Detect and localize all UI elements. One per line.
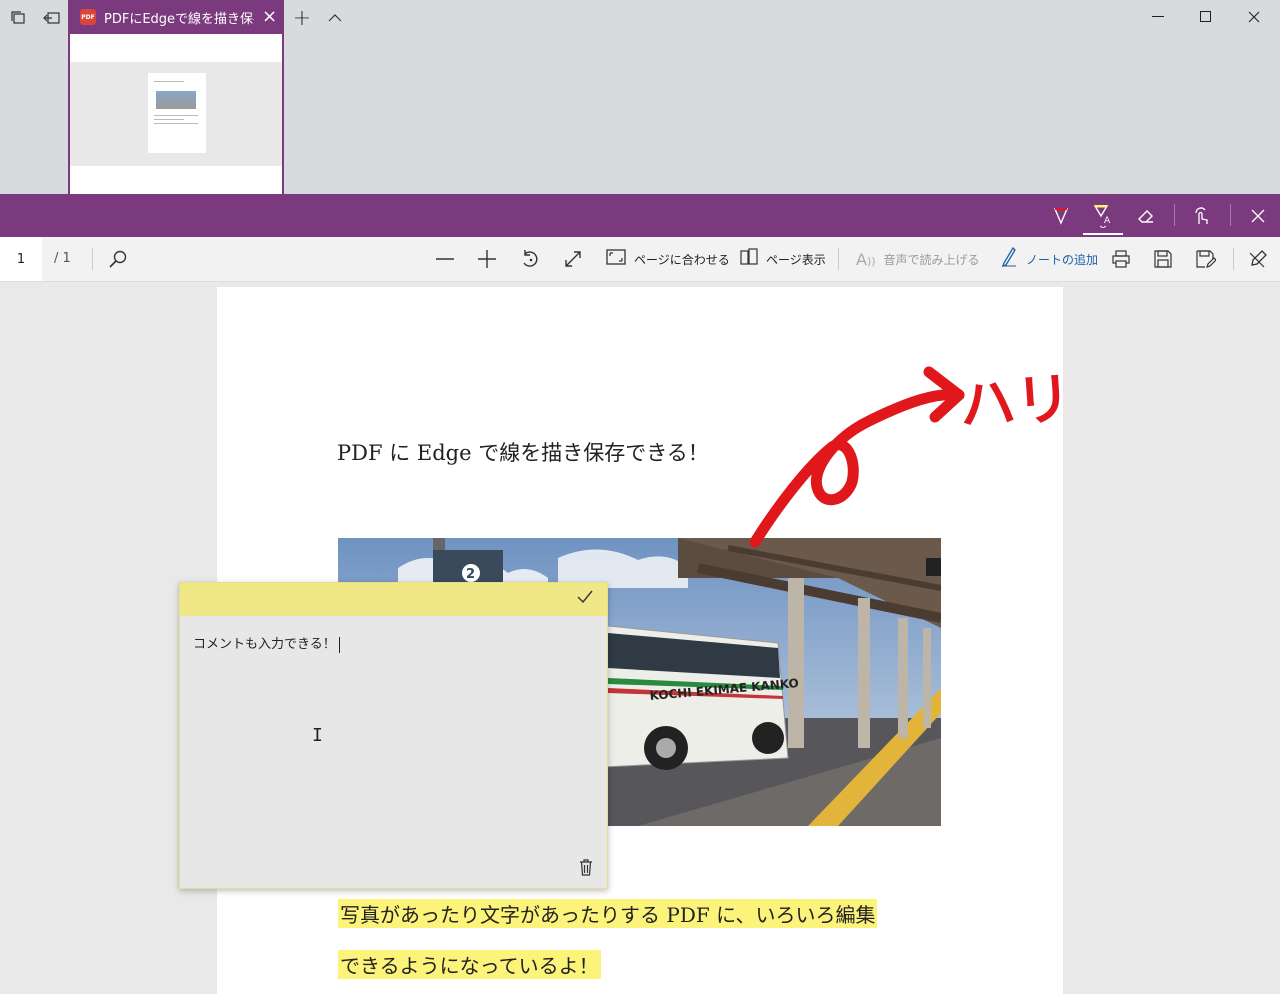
page-view-icon <box>740 247 758 271</box>
red-arrow-stroke <box>749 388 965 548</box>
exit-ink-close-icon[interactable] <box>1244 202 1272 230</box>
minimize-button[interactable] <box>1138 4 1178 30</box>
minus-icon <box>436 258 454 260</box>
thumbnail-page <box>148 73 206 153</box>
tab-title: PDFにEdgeで線を描き保存 <box>104 11 254 27</box>
ballpoint-pen-icon[interactable] <box>1047 202 1075 230</box>
read-aloud-label: 音声で読み上げる <box>883 252 980 267</box>
title-bar: PDF PDFにEdgeで線を描き保存 × + <box>0 0 1280 194</box>
page-view-button[interactable]: ページ表示 <box>740 245 826 273</box>
pen-note-icon <box>1000 246 1018 272</box>
eraser-icon[interactable] <box>1132 202 1160 230</box>
tab-close-icon[interactable]: × <box>262 8 277 26</box>
print-button[interactable] <box>1111 245 1131 273</box>
plus-icon <box>478 250 496 268</box>
rotate-icon <box>523 250 538 267</box>
highlighted-paragraph-line-2: できるようになっているよ！ <box>338 950 601 979</box>
highlighter-icon[interactable]: A <box>1089 202 1117 230</box>
rotate-button[interactable] <box>520 245 542 273</box>
ink-toolbar-divider <box>1230 204 1231 226</box>
toolbar-divider <box>92 248 93 270</box>
highlighted-paragraph-line-1: 写真があったり文字があったりする PDF に、いろいろ編集 <box>338 899 878 928</box>
note-header <box>180 583 607 616</box>
note-text: コメントも入力できる！ <box>193 637 336 652</box>
active-tab[interactable]: PDF PDFにEdgeで線を描き保存 × <box>68 0 284 194</box>
add-note-label: ノートの追加 <box>1026 252 1099 267</box>
maximize-button[interactable] <box>1186 4 1226 30</box>
search-button[interactable] <box>108 245 128 273</box>
tab-preview-thumbnail[interactable] <box>70 62 282 166</box>
save-as-icon <box>1196 250 1216 268</box>
touch-writing-icon[interactable] <box>1188 202 1216 230</box>
save-as-button[interactable] <box>1196 245 1216 273</box>
expand-icon <box>565 251 581 267</box>
delete-trash-icon[interactable] <box>579 859 593 880</box>
fit-page-icon <box>606 248 626 270</box>
page-number-input[interactable]: 1 <box>0 237 42 281</box>
fit-page-button[interactable]: ページに合わせる <box>606 245 730 273</box>
read-aloud-button[interactable]: A)) 音声で読み上げる <box>856 245 980 273</box>
toolbar-divider <box>838 248 839 270</box>
add-note-button[interactable]: ノートの追加 <box>1000 245 1098 273</box>
set-aside-tabs-icon[interactable] <box>6 6 30 30</box>
pdf-toolbar: 1 / 1 ページに合わせる ページ表示 A)) 音声で読み上げる ノートの追加 <box>0 237 1280 282</box>
fit-page-label: ページに合わせる <box>634 252 730 267</box>
comment-note[interactable]: コメントも入力できる！ I <box>179 582 608 889</box>
tab-header[interactable]: PDF PDFにEdgeで線を描き保存 × <box>70 0 282 34</box>
red-arrowhead <box>923 366 965 423</box>
save-button[interactable] <box>1154 245 1172 273</box>
show-tab-previews-button[interactable] <box>323 6 347 30</box>
page-total-label: / 1 <box>54 251 71 266</box>
zoom-in-button[interactable] <box>477 245 497 273</box>
ink-toolbar-divider <box>1174 204 1175 226</box>
close-window-button[interactable] <box>1234 4 1274 30</box>
red-ink-handwriting: ハリ <box>957 366 1063 439</box>
text-caret <box>338 636 340 653</box>
toolbar-divider <box>1233 248 1234 270</box>
document-title: PDF に Edge で線を描き保存できる！ <box>337 441 709 465</box>
selected-tool-indicator <box>1083 233 1123 235</box>
new-tab-button[interactable]: + <box>290 6 314 31</box>
zoom-out-button[interactable] <box>435 245 455 273</box>
ink-toolbar: A <box>0 194 1280 237</box>
note-text-input[interactable]: コメントも入力できる！ <box>193 633 340 653</box>
page-view-label: ページ表示 <box>766 252 826 267</box>
save-icon <box>1154 250 1172 268</box>
thumbnail-photo <box>156 91 196 109</box>
pdf-file-icon: PDF <box>80 9 96 25</box>
platform-sign-number: 2 <box>466 567 475 582</box>
svg-text:A: A <box>1104 216 1111 226</box>
fullscreen-button[interactable] <box>563 245 583 273</box>
tabs-aside-icon[interactable] <box>40 6 64 30</box>
read-aloud-icon: A)) <box>856 249 876 269</box>
search-icon <box>109 250 127 268</box>
pen-draw-icon <box>1249 250 1267 268</box>
confirm-check-icon[interactable] <box>577 589 593 609</box>
ibeam-cursor-icon: I <box>312 725 323 746</box>
draw-button[interactable] <box>1248 245 1268 273</box>
print-icon <box>1112 250 1130 268</box>
